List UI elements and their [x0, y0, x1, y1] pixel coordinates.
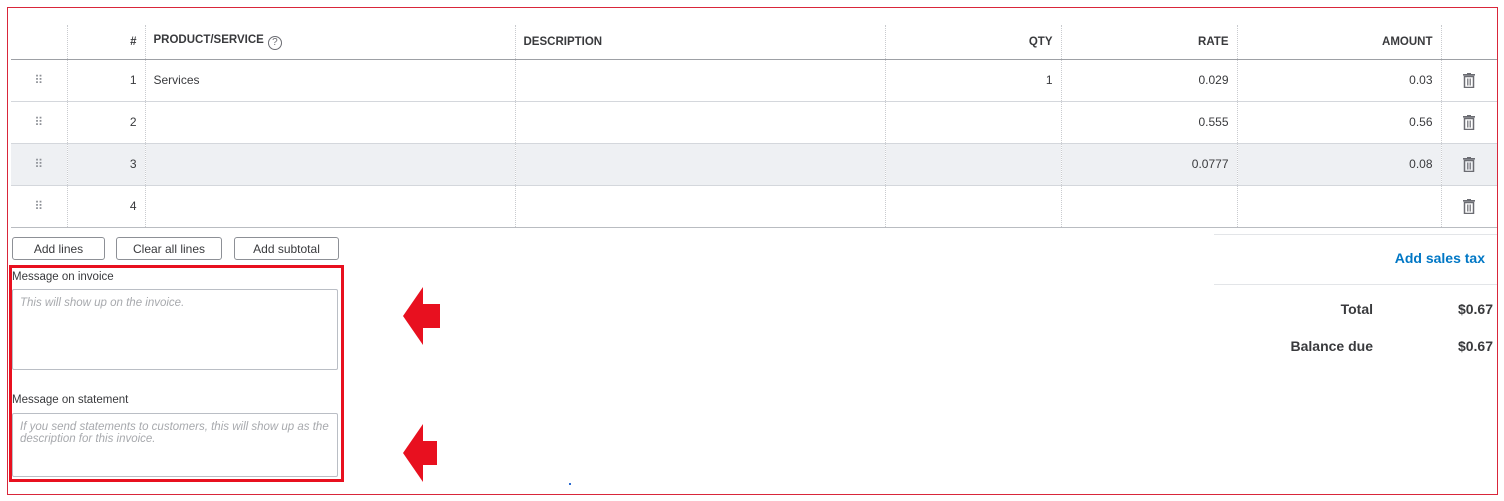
- table-header-row: # PRODUCT/SERVICE? DESCRIPTION QTY RATE …: [11, 25, 1497, 59]
- qty-cell[interactable]: [885, 185, 1062, 227]
- header-amount: AMOUNT: [1237, 25, 1442, 59]
- trash-icon[interactable]: [1450, 72, 1490, 88]
- totals-divider-top: [1214, 234, 1497, 235]
- description-cell[interactable]: [515, 101, 886, 143]
- balance-due-value: $0.67: [1457, 338, 1493, 354]
- qty-cell[interactable]: 1: [885, 59, 1062, 101]
- table-row[interactable]: ⠿ 1 Services 1 0.029 0.03: [11, 59, 1497, 101]
- line-number: 4: [67, 185, 146, 227]
- header-actions: [1441, 25, 1497, 59]
- total-label: Total: [1340, 301, 1373, 317]
- line-number: 1: [67, 59, 146, 101]
- header-rate: RATE: [1061, 25, 1238, 59]
- help-circle-icon[interactable]: ?: [267, 35, 282, 50]
- drag-handle-icon[interactable]: ⠿: [11, 185, 68, 227]
- amount-cell[interactable]: 0.56: [1237, 101, 1442, 143]
- trash-icon[interactable]: [1450, 114, 1490, 130]
- delete-cell: [1441, 59, 1497, 101]
- balance-due-label: Balance due: [1290, 338, 1373, 354]
- rate-cell[interactable]: [1061, 185, 1238, 227]
- header-description: DESCRIPTION: [515, 25, 886, 59]
- clear-all-lines-button[interactable]: Clear all lines: [116, 237, 222, 260]
- red-arrow-icon: [403, 424, 437, 482]
- table-row[interactable]: ⠿ 2 0.555 0.56: [11, 101, 1497, 143]
- description-cell[interactable]: [515, 143, 886, 185]
- product-service-cell[interactable]: Services: [145, 59, 516, 101]
- qty-cell[interactable]: [885, 143, 1062, 185]
- red-arrow-icon: [403, 287, 440, 345]
- message-on-invoice-label: Message on invoice: [12, 271, 114, 283]
- header-product-label: PRODUCT/SERVICE: [153, 33, 264, 46]
- line-items-table: # PRODUCT/SERVICE? DESCRIPTION QTY RATE …: [11, 25, 1497, 228]
- add-subtotal-button[interactable]: Add subtotal: [234, 237, 339, 260]
- trash-icon[interactable]: [1450, 198, 1490, 214]
- header-qty: QTY: [885, 25, 1062, 59]
- totals-divider: [1214, 284, 1497, 285]
- message-on-invoice-field[interactable]: [12, 289, 338, 370]
- header-number: #: [67, 25, 146, 59]
- header-drag: [11, 25, 68, 59]
- description-cell[interactable]: [515, 185, 886, 227]
- delete-cell: [1441, 185, 1497, 227]
- product-service-cell[interactable]: [145, 143, 516, 185]
- rate-cell[interactable]: 0.0777: [1061, 143, 1238, 185]
- trash-icon[interactable]: [1450, 156, 1490, 172]
- delete-cell: [1441, 101, 1497, 143]
- description-cell[interactable]: [515, 59, 886, 101]
- drag-handle-icon[interactable]: ⠿: [11, 143, 68, 185]
- header-product-service: PRODUCT/SERVICE?: [145, 25, 516, 59]
- table-row[interactable]: ⠿ 3 0.0777 0.08: [11, 143, 1497, 185]
- line-number: 2: [67, 101, 146, 143]
- product-service-cell[interactable]: [145, 185, 516, 227]
- total-value: $0.67: [1457, 301, 1493, 317]
- qty-cell[interactable]: [885, 101, 1062, 143]
- line-number: 3: [67, 143, 146, 185]
- table-row[interactable]: ⠿ 4: [11, 185, 1497, 227]
- rate-cell[interactable]: 0.555: [1061, 101, 1238, 143]
- rate-cell[interactable]: 0.029: [1061, 59, 1238, 101]
- add-sales-tax-link[interactable]: Add sales tax: [1395, 250, 1485, 266]
- message-on-statement-field[interactable]: [12, 413, 338, 477]
- drag-handle-icon[interactable]: ⠿: [11, 59, 68, 101]
- amount-cell[interactable]: 0.08: [1237, 143, 1442, 185]
- message-on-statement-label: Message on statement: [12, 394, 129, 406]
- dot-marker: [569, 483, 571, 485]
- delete-cell: [1441, 143, 1497, 185]
- amount-cell[interactable]: [1237, 185, 1442, 227]
- amount-cell[interactable]: 0.03: [1237, 59, 1442, 101]
- add-lines-button[interactable]: Add lines: [12, 237, 105, 260]
- drag-handle-icon[interactable]: ⠿: [11, 101, 68, 143]
- product-service-cell[interactable]: [145, 101, 516, 143]
